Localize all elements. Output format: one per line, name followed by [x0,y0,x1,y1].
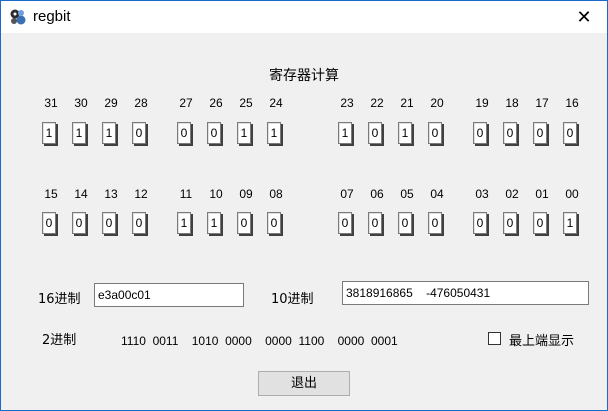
bit-toggle-button[interactable]: 1 [102,122,116,144]
bit-label: 20 [430,96,444,110]
bit-toggle-button[interactable]: 0 [473,122,487,144]
bit-toggle-button[interactable]: 1 [398,122,412,144]
bit-toggle-button[interactable]: 1 [177,212,191,234]
bit-toggle-button[interactable]: 0 [398,212,412,234]
bit-label: 22 [370,96,384,110]
bit-label: 16 [565,96,579,110]
regbit-app-icon [9,8,27,26]
bit-toggle-button[interactable]: 0 [132,212,146,234]
bit-label: 10 [209,187,223,201]
bit-label: 14 [74,187,88,201]
bit-label: 17 [535,96,549,110]
bit-toggle-button[interactable]: 0 [503,212,517,234]
bit-label: 11 [179,187,193,201]
bit-label: 12 [134,187,148,201]
bit-toggle-button[interactable]: 1 [267,122,281,144]
bit-label: 01 [535,187,549,201]
bit-label: 31 [44,96,58,110]
bit-label: 21 [400,96,414,110]
bit-toggle-button[interactable]: 0 [207,122,221,144]
bit-label: 23 [340,96,354,110]
bit-toggle-button[interactable]: 0 [368,212,382,234]
bit-toggle-button[interactable]: 0 [533,122,547,144]
bit-toggle-button[interactable]: 0 [473,212,487,234]
bit-toggle-button[interactable]: 0 [533,212,547,234]
dec-input[interactable]: 3818916865 -476050431 [342,281,589,305]
bit-label: 18 [505,96,519,110]
bit-label: 30 [74,96,88,110]
bit-label: 02 [505,187,519,201]
bit-label: 13 [104,187,118,201]
bit-label: 15 [44,187,58,201]
bit-label: 24 [269,96,283,110]
bit-toggle-button[interactable]: 1 [72,122,86,144]
bit-label: 27 [179,96,193,110]
bit-toggle-button[interactable]: 0 [503,122,517,144]
dec-label: 10进制 [271,292,314,307]
bit-toggle-button[interactable]: 1 [237,122,251,144]
hex-input[interactable]: e3a00c01 [94,283,244,307]
topmost-checkbox[interactable] [488,332,501,345]
bit-label: 05 [400,187,414,201]
bit-label: 29 [104,96,118,110]
bit-label: 08 [269,187,283,201]
bit-toggle-button[interactable]: 0 [338,212,352,234]
bit-toggle-button[interactable]: 0 [428,212,442,234]
bin-value: 1110 0011 1010 0000 0000 1100 0000 0001 [121,334,398,348]
bit-label: 19 [475,96,489,110]
close-icon: ✕ [576,6,592,28]
bit-label: 25 [239,96,253,110]
exit-button[interactable]: 退出 [258,371,350,396]
bit-toggle-button[interactable]: 0 [237,212,251,234]
bit-toggle-button[interactable]: 1 [42,122,56,144]
bit-label: 04 [430,187,444,201]
bit-toggle-button[interactable]: 0 [132,122,146,144]
bit-toggle-button[interactable]: 0 [428,122,442,144]
bit-label: 00 [565,187,579,201]
bin-label: 2进制 [42,333,77,348]
bit-toggle-button[interactable]: 1 [563,212,577,234]
bit-toggle-button[interactable]: 1 [338,122,352,144]
bit-toggle-button[interactable]: 0 [563,122,577,144]
bit-toggle-button[interactable]: 0 [42,212,56,234]
bit-toggle-button[interactable]: 0 [177,122,191,144]
bit-toggle-button[interactable]: 0 [102,212,116,234]
title-bar[interactable]: regbit ✕ [1,1,607,33]
bit-toggle-button[interactable]: 0 [72,212,86,234]
bit-toggle-button[interactable]: 0 [267,212,281,234]
bit-label: 26 [209,96,223,110]
bit-label: 09 [239,187,253,201]
window-title: regbit [33,8,71,25]
bit-label: 06 [370,187,384,201]
bit-label: 03 [475,187,489,201]
bit-label: 07 [340,187,354,201]
bit-toggle-button[interactable]: 1 [207,212,221,234]
regbit-window: regbit ✕ 寄存器计算 31 1 30 1 29 1 28 0 27 0 26 0 25 1 24 1 2… [0,0,608,411]
hex-label: 16进制 [38,292,81,307]
topmost-label[interactable]: 最上端显示 [509,330,574,349]
bit-toggle-button[interactable]: 0 [368,122,382,144]
close-button[interactable]: ✕ [561,1,607,33]
bit-label: 28 [134,96,148,110]
page-title: 寄存器计算 [269,68,339,84]
